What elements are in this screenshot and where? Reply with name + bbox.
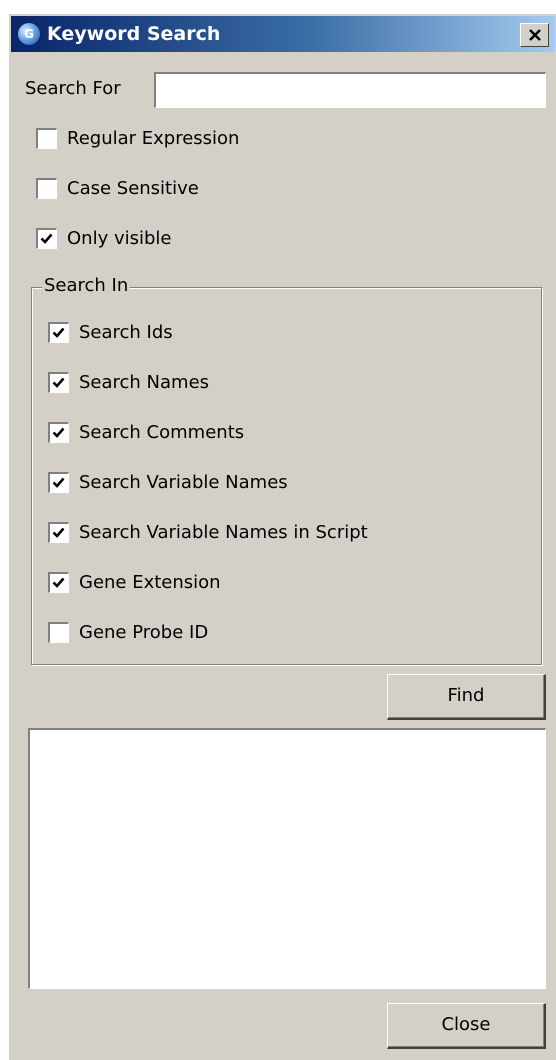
checkmark-icon xyxy=(52,477,65,488)
close-button[interactable]: Close xyxy=(387,1003,546,1049)
only-visible-label: Only visible xyxy=(67,228,172,249)
search-variable-names-label: Search Variable Names xyxy=(79,472,288,493)
search-names-checkbox[interactable] xyxy=(48,372,69,393)
checkmark-icon xyxy=(52,527,65,538)
title-bar[interactable]: G Keyword Search xyxy=(11,16,555,52)
case-sensitive-checkbox[interactable] xyxy=(36,178,57,199)
search-comments-label: Search Comments xyxy=(79,422,245,443)
search-ids-checkbox[interactable] xyxy=(48,322,69,343)
window-title: Keyword Search xyxy=(47,23,221,45)
search-in-title: Search In xyxy=(42,273,131,299)
search-ids-label: Search Ids xyxy=(79,322,173,343)
regular-expression-checkbox[interactable] xyxy=(36,128,57,149)
close-icon xyxy=(529,29,541,41)
keyword-search-dialog: G Keyword Search Search For Regular Expr… xyxy=(8,13,556,1060)
gene-probe-id-checkbox[interactable] xyxy=(48,622,69,643)
search-input[interactable] xyxy=(154,72,546,108)
gene-extension-label: Gene Extension xyxy=(79,572,221,593)
search-for-label: Search For xyxy=(25,78,121,99)
find-button[interactable]: Find xyxy=(387,674,546,720)
gene-extension-checkbox[interactable] xyxy=(48,572,69,593)
checkmark-icon xyxy=(52,327,65,338)
checkmark-icon xyxy=(52,377,65,388)
results-list[interactable] xyxy=(28,728,546,989)
search-variable-names-checkbox[interactable] xyxy=(48,472,69,493)
regular-expression-label: Regular Expression xyxy=(67,128,240,149)
case-sensitive-label: Case Sensitive xyxy=(67,178,199,199)
app-logo-icon: G xyxy=(17,22,41,46)
checkmark-icon xyxy=(52,427,65,438)
search-names-label: Search Names xyxy=(79,372,210,393)
search-variable-names-in-script-checkbox[interactable] xyxy=(48,522,69,543)
search-variable-names-in-script-label: Search Variable Names in Script xyxy=(79,522,368,543)
only-visible-checkbox[interactable] xyxy=(36,228,57,249)
title-close-button[interactable] xyxy=(520,23,549,47)
search-comments-checkbox[interactable] xyxy=(48,422,69,443)
checkmark-icon xyxy=(40,233,53,244)
checkmark-icon xyxy=(52,577,65,588)
app-logo-glyph: G xyxy=(24,27,34,41)
gene-probe-id-label: Gene Probe ID xyxy=(79,622,209,643)
